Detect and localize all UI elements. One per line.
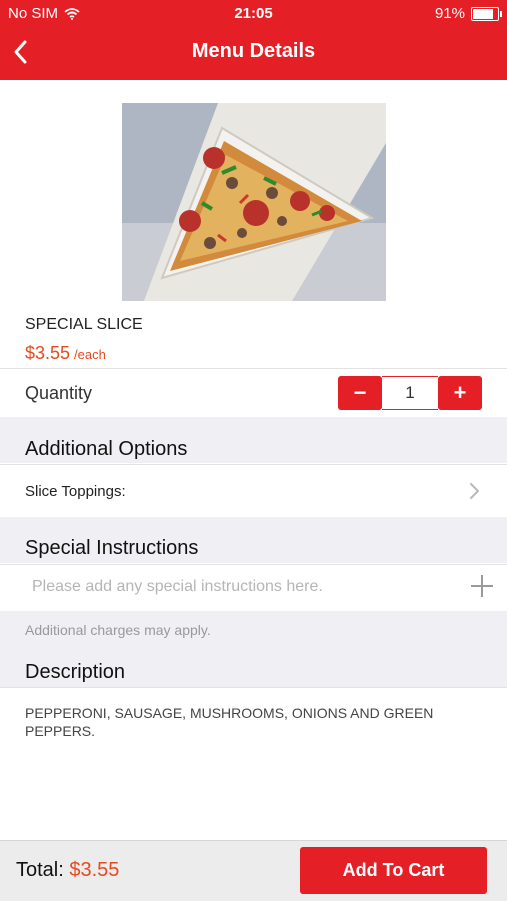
description-text: PEPPERONI, SAUSAGE, MUSHROOMS, ONIONS AN… [25,705,434,739]
page-title: Menu Details [191,40,316,62]
item-name: SPECIAL SLICE [25,316,143,333]
description-heading: Description [25,661,126,683]
item-price: $3.55/each [25,343,106,364]
divider [0,687,507,688]
pizza-slice-image [122,103,386,301]
decrement-button[interactable]: − [338,376,382,410]
charges-note: Additional charges may apply. [25,622,211,638]
toppings-label: Slice Toppings: [25,483,126,500]
add-to-cart-button[interactable]: Add To Cart [300,847,487,894]
item-price-value: $3.55 [25,343,71,363]
options-heading: Additional Options [25,438,188,460]
nav-bar: No SIM 21:05 91% Menu Details [0,0,507,80]
instructions-placeholder: Please add any special instructions here… [32,578,323,595]
total-label: Total: $3.55 [16,859,119,882]
status-right: 91% [434,5,502,22]
add-icon[interactable] [470,573,494,599]
quantity-stepper: − 1 + [338,376,482,410]
quantity-label: Quantity [25,383,93,403]
quantity-value[interactable]: 1 [382,376,438,410]
total-value: $3.55 [69,859,120,881]
total-label-text: Total: [16,859,64,881]
chevron-right-icon [470,483,479,499]
battery-icon [471,6,502,21]
divider [0,368,507,369]
battery-fill [473,8,494,19]
instructions-heading: Special Instructions [25,537,199,559]
status-bar: No SIM 21:05 91% [0,0,507,28]
clock: 21:05 [234,5,273,22]
battery-percent: 91% [434,5,465,22]
increment-button[interactable]: + [438,376,482,410]
item-price-unit: /each [74,347,106,362]
